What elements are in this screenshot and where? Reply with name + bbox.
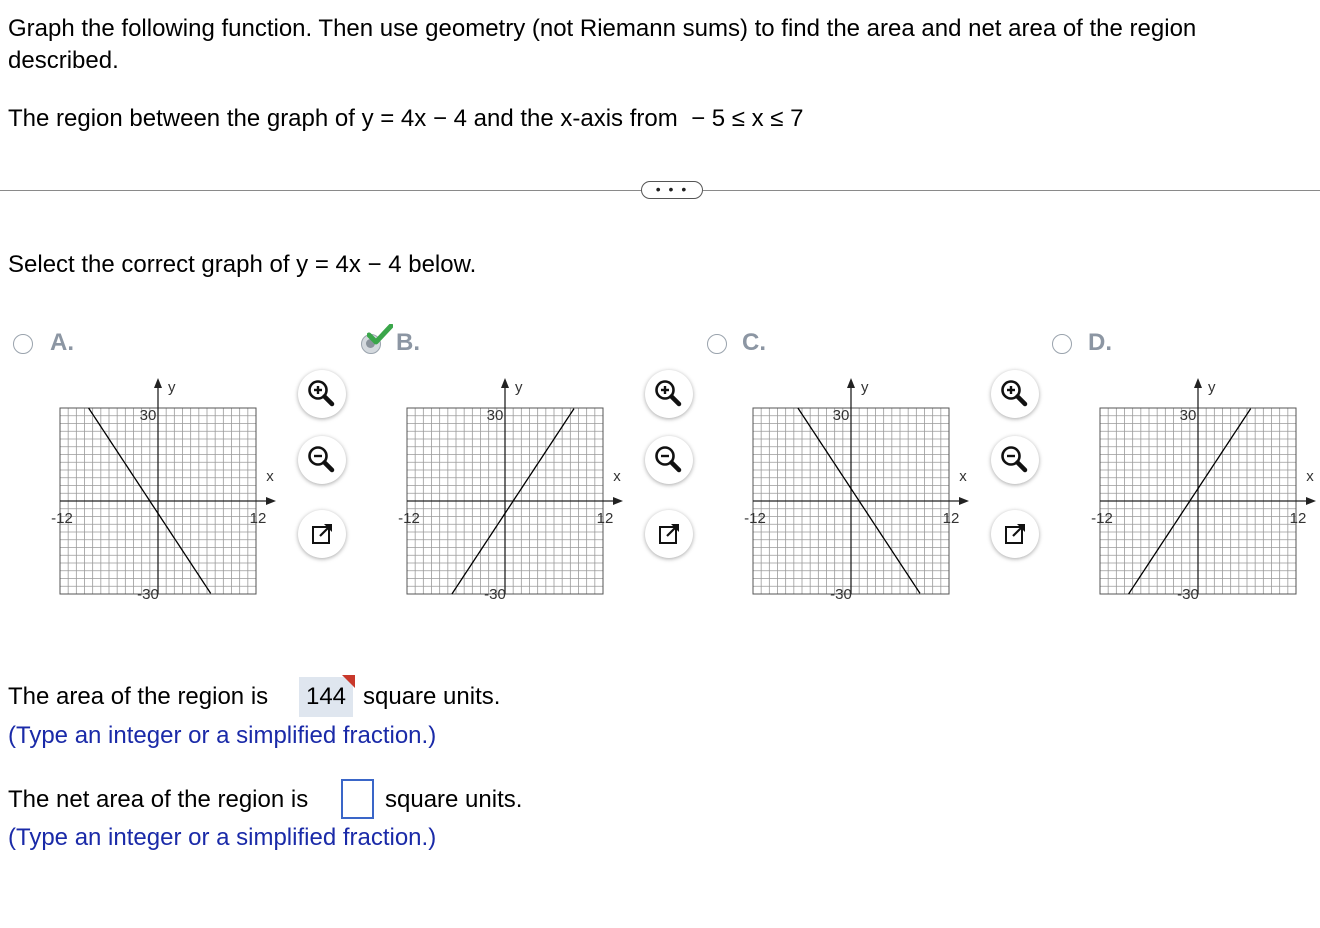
zoom-in-button[interactable]: [298, 370, 346, 418]
select-prompt: Select the correct graph of y = 4x − 4 b…: [8, 251, 477, 278]
net-area-input[interactable]: [341, 779, 374, 819]
divider-left: [0, 190, 641, 191]
net-area-prefix: The net area of the region is: [8, 786, 309, 813]
option-a-radio[interactable]: [13, 334, 33, 354]
lens-handle: [1015, 394, 1028, 407]
open-in-new-window-button[interactable]: [645, 510, 693, 558]
lens-handle: [1015, 460, 1028, 473]
area-prefix: The area of the region is: [8, 683, 269, 710]
lens-handle: [322, 394, 335, 407]
x-min-tick-label: -12: [1091, 510, 1113, 527]
y-min-tick-label: -30: [137, 586, 159, 603]
y-min-tick-label: -30: [1177, 586, 1199, 603]
x-max-tick-label: 12: [250, 510, 267, 527]
graph-option-a[interactable]: x y -12 12 30 -30: [40, 370, 300, 610]
open-in-new-window-button[interactable]: [991, 510, 1039, 558]
open-in-new-window-icon: [1005, 524, 1025, 544]
question-line-1: Graph the following function. Then use g…: [8, 15, 1197, 42]
option-d-label: D.: [1088, 329, 1112, 356]
zoom-out-icon: [655, 446, 682, 473]
y-axis-label: y: [861, 379, 869, 396]
zoom-in-icon: [308, 380, 335, 407]
x-axis-arrow-icon: [266, 497, 276, 505]
x-min-tick-label: -12: [398, 510, 420, 527]
open-in-new-window-icon: [659, 524, 679, 544]
question-line-2: described.: [8, 47, 119, 74]
y-axis-label: y: [168, 379, 176, 396]
x-axis-arrow-icon: [1306, 497, 1316, 505]
graph-option-b[interactable]: x y -12 12 30 -30: [387, 370, 647, 610]
x-axis-label: x: [266, 468, 274, 485]
y-axis-arrow-icon: [501, 378, 509, 388]
zoom-in-icon: [1001, 380, 1028, 407]
lens-handle: [669, 394, 682, 407]
option-d-radio[interactable]: [1052, 334, 1072, 354]
zoom-in-button[interactable]: [991, 370, 1039, 418]
open-in-new-window-button[interactable]: [298, 510, 346, 558]
y-max-tick-label: 30: [487, 407, 504, 424]
option-a-label: A.: [50, 329, 74, 356]
y-axis-arrow-icon: [847, 378, 855, 388]
zoom-out-button[interactable]: [298, 436, 346, 484]
y-axis-arrow-icon: [154, 378, 162, 388]
lens-handle: [322, 460, 335, 473]
zoom-out-button[interactable]: [991, 436, 1039, 484]
lens-handle: [669, 460, 682, 473]
x-axis-label: x: [1306, 468, 1314, 485]
net-area-hint: (Type an integer or a simplified fractio…: [8, 824, 437, 851]
graph-option-d[interactable]: x y -12 12 30 -30: [1080, 370, 1320, 610]
y-max-tick-label: 30: [833, 407, 850, 424]
option-b-label: B.: [396, 329, 420, 356]
y-axis-label: y: [515, 379, 523, 396]
open-in-new-window-icon: [312, 524, 332, 544]
zoom-in-icon: [655, 380, 682, 407]
area-hint: (Type an integer or a simplified fractio…: [8, 722, 437, 749]
answer-flag-icon: [342, 675, 355, 688]
y-min-tick-label: -30: [830, 586, 852, 603]
net-area-suffix: square units.: [385, 786, 523, 813]
x-axis-label: x: [959, 468, 967, 485]
y-axis-arrow-icon: [1194, 378, 1202, 388]
show-more-button[interactable]: • • •: [641, 181, 703, 199]
zoom-out-icon: [1001, 446, 1028, 473]
zoom-out-button[interactable]: [645, 436, 693, 484]
zoom-in-button[interactable]: [645, 370, 693, 418]
y-min-tick-label: -30: [484, 586, 506, 603]
x-max-tick-label: 12: [943, 510, 960, 527]
x-max-tick-label: 12: [1290, 510, 1307, 527]
option-c-label: C.: [742, 329, 766, 356]
option-c-radio[interactable]: [707, 334, 727, 354]
x-axis-label: x: [613, 468, 621, 485]
region-description: The region between the graph of y = 4x −…: [8, 105, 804, 132]
y-max-tick-label: 30: [140, 407, 157, 424]
y-max-tick-label: 30: [1180, 407, 1197, 424]
divider-right: [703, 190, 1320, 191]
x-axis-arrow-icon: [959, 497, 969, 505]
x-min-tick-label: -12: [51, 510, 73, 527]
x-axis-arrow-icon: [613, 497, 623, 505]
correct-checkmark-icon: [367, 324, 393, 345]
graph-option-c[interactable]: x y -12 12 30 -30: [733, 370, 993, 610]
x-min-tick-label: -12: [744, 510, 766, 527]
area-suffix: square units.: [363, 683, 501, 710]
zoom-out-icon: [308, 446, 335, 473]
y-axis-label: y: [1208, 379, 1216, 396]
x-max-tick-label: 12: [597, 510, 614, 527]
